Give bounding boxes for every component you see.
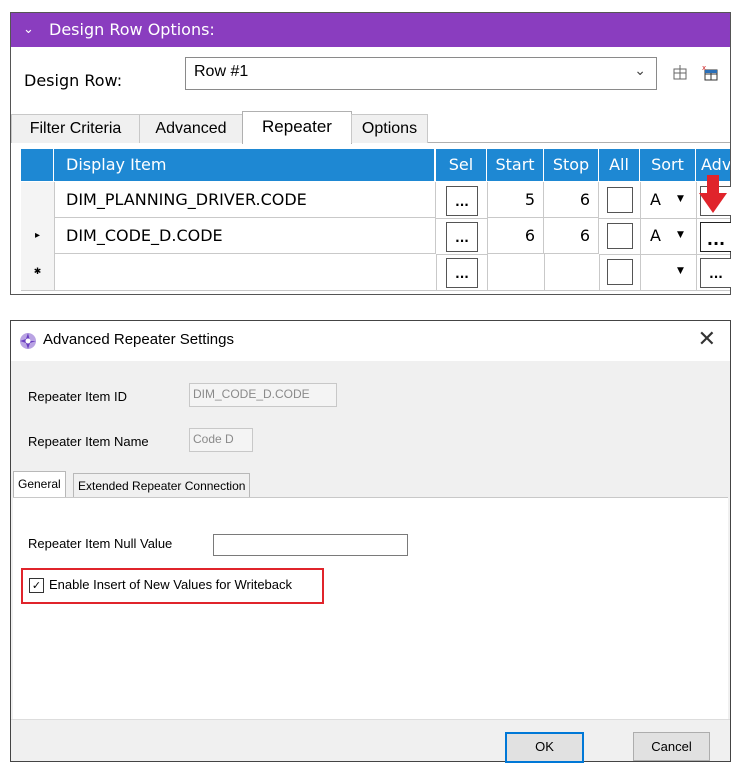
- row-current-marker[interactable]: ▸: [21, 218, 55, 255]
- repeater-item-id-label: Repeater Item ID: [28, 389, 127, 404]
- all-checkbox[interactable]: [607, 187, 633, 213]
- chevron-down-icon[interactable]: ⌄: [23, 13, 34, 47]
- column-header-sort[interactable]: Sort: [640, 149, 696, 181]
- cell-stop[interactable]: 6: [544, 182, 599, 218]
- cell-adv: ...: [696, 218, 731, 255]
- dialog-titlebar[interactable]: Advanced Repeater Settings ✕: [11, 321, 730, 361]
- cell-stop[interactable]: 6: [544, 218, 599, 254]
- caret-down-icon[interactable]: ▼: [677, 230, 684, 240]
- cell-sort[interactable]: ▼: [640, 254, 697, 291]
- repeater-item-name-label: Repeater Item Name: [28, 434, 149, 449]
- cell-start[interactable]: [487, 254, 545, 291]
- ok-button[interactable]: OK: [505, 732, 584, 763]
- caret-down-icon[interactable]: ▼: [677, 266, 684, 276]
- sort-value: A: [650, 190, 661, 209]
- cell-stop[interactable]: [544, 254, 600, 291]
- column-header-display-item[interactable]: Display Item: [54, 149, 435, 181]
- row-selector[interactable]: [21, 182, 55, 219]
- panel-header[interactable]: ⌄ Design Row Options:: [11, 13, 730, 47]
- column-header-stop[interactable]: Stop: [544, 149, 599, 181]
- grid-delete-icon[interactable]: x: [701, 64, 719, 82]
- repeater-item-id-field[interactable]: DIM_CODE_D.CODE: [189, 383, 337, 407]
- cell-all: [599, 182, 641, 219]
- enable-insert-label[interactable]: Enable Insert of New Values for Writebac…: [49, 577, 292, 592]
- null-value-input[interactable]: [213, 534, 408, 556]
- design-row-options-panel: ⌄ Design Row Options: Design Row: Row #1…: [10, 12, 731, 295]
- tab-filter-criteria[interactable]: Filter Criteria: [11, 114, 140, 143]
- svg-text:x: x: [702, 64, 706, 72]
- design-row-value: Row #1: [194, 63, 249, 80]
- row-header-corner: [21, 149, 54, 181]
- red-arrow-annotation: [699, 175, 727, 213]
- cell-all: [599, 218, 641, 255]
- cell-start[interactable]: 5: [487, 182, 544, 218]
- highlight-box-annotation: ✓ Enable Insert of New Values for Writeb…: [21, 568, 324, 604]
- repeater-item-name-field[interactable]: Code D: [189, 428, 253, 452]
- sel-ellipsis-button[interactable]: ...: [446, 258, 478, 288]
- dialog-footer: OK Cancel: [11, 719, 730, 763]
- chevron-down-icon[interactable]: ⌄: [634, 63, 646, 79]
- design-row-label: Design Row:: [24, 71, 123, 90]
- cancel-button[interactable]: Cancel: [633, 732, 710, 761]
- tab-advanced[interactable]: Advanced: [139, 114, 243, 143]
- app-logo-icon: [20, 333, 36, 349]
- cell-sel: ...: [436, 218, 488, 255]
- general-tab-panel: Repeater Item Null Value ✓ Enable Insert…: [13, 497, 728, 719]
- caret-down-icon[interactable]: ▼: [677, 194, 684, 204]
- enable-insert-checkbox[interactable]: ✓: [29, 578, 44, 593]
- column-header-all[interactable]: All: [599, 149, 640, 181]
- tab-options[interactable]: Options: [351, 114, 428, 143]
- column-header-sel[interactable]: Sel: [436, 149, 487, 181]
- cell-sel: ...: [436, 182, 488, 219]
- repeater-grid: Display Item Sel Start Stop All Sort Adv…: [21, 149, 731, 294]
- sel-ellipsis-button[interactable]: ...: [446, 186, 478, 216]
- cell-sel: ...: [436, 254, 488, 291]
- adv-ellipsis-button[interactable]: ...: [700, 258, 731, 288]
- cell-all: [599, 254, 641, 291]
- design-row-select[interactable]: Row #1 ⌄: [185, 57, 657, 90]
- cell-adv: ...: [696, 254, 731, 291]
- cell-start[interactable]: 6: [487, 218, 544, 254]
- cell-display-item[interactable]: [54, 254, 437, 291]
- advanced-repeater-settings-dialog: Advanced Repeater Settings ✕ Repeater It…: [10, 320, 731, 763]
- all-checkbox[interactable]: [607, 223, 633, 249]
- sort-value: A: [650, 226, 661, 245]
- tab-general[interactable]: General: [13, 471, 66, 499]
- new-row-marker[interactable]: ✱: [21, 254, 55, 291]
- row-options-tabs: Filter Criteria Advanced Repeater Option…: [11, 111, 730, 144]
- cell-sort[interactable]: A ▼: [640, 182, 697, 219]
- panel-title: Design Row Options:: [49, 20, 215, 39]
- close-icon[interactable]: ✕: [698, 327, 716, 352]
- cell-sort[interactable]: A ▼: [640, 218, 697, 255]
- null-value-label: Repeater Item Null Value: [28, 536, 173, 551]
- tab-extended-repeater-connection[interactable]: Extended Repeater Connection: [73, 473, 251, 498]
- dialog-title: Advanced Repeater Settings: [43, 331, 234, 348]
- grid-settings-icon[interactable]: [671, 64, 689, 82]
- adv-ellipsis-button[interactable]: ...: [700, 222, 731, 252]
- cell-display-item[interactable]: DIM_CODE_D.CODE: [54, 218, 436, 254]
- tab-repeater[interactable]: Repeater: [242, 111, 352, 144]
- column-header-start[interactable]: Start: [487, 149, 544, 181]
- all-checkbox[interactable]: [607, 259, 633, 285]
- sel-ellipsis-button[interactable]: ...: [446, 222, 478, 252]
- cell-display-item[interactable]: DIM_PLANNING_DRIVER.CODE: [54, 182, 436, 218]
